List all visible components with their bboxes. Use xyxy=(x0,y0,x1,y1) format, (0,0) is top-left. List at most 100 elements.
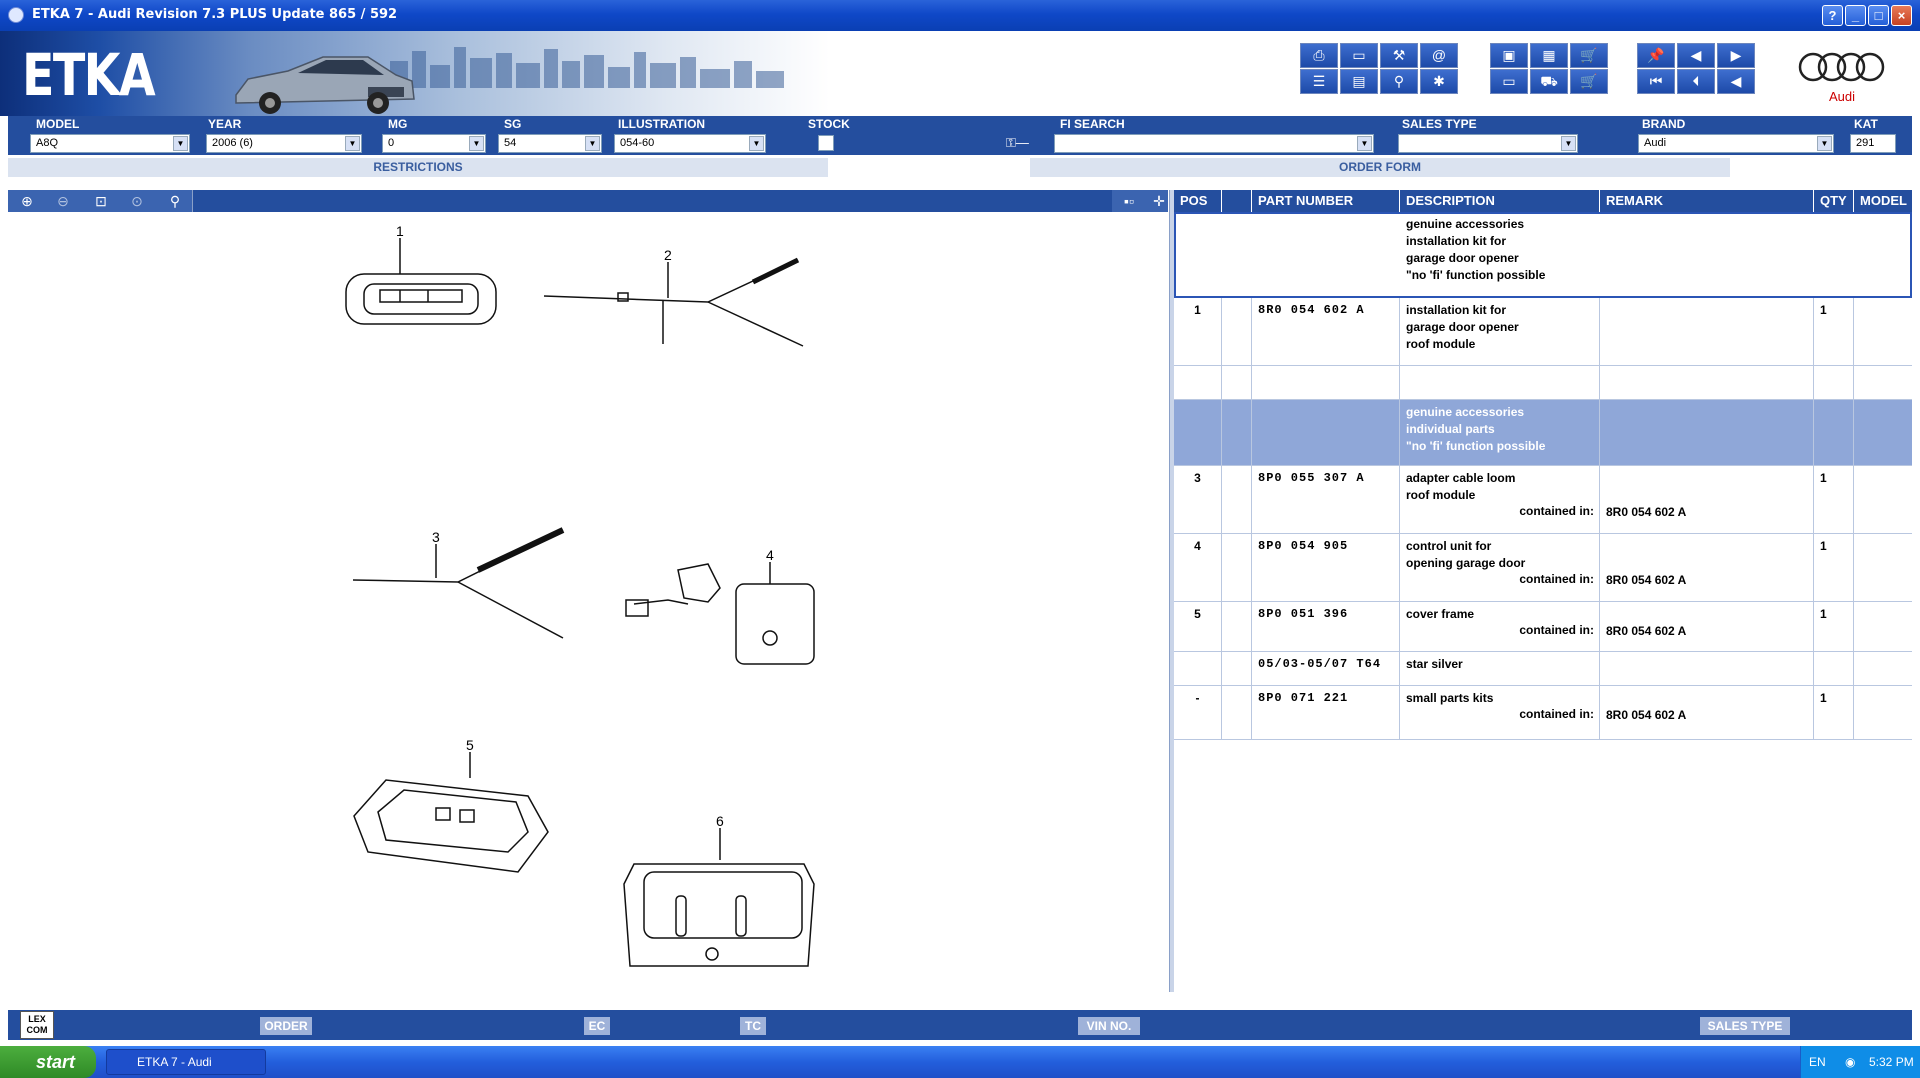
page-forward-icon[interactable]: ▶ xyxy=(1717,43,1755,68)
kat-field[interactable]: 291 xyxy=(1850,134,1896,153)
col-pos[interactable]: POS xyxy=(1174,190,1222,212)
chevron-down-icon[interactable]: ▼ xyxy=(345,136,360,151)
cart-add-icon[interactable]: 🛒 xyxy=(1570,69,1608,94)
depot-icon[interactable]: ▦ xyxy=(1530,43,1568,68)
toolbar-group-3: 📌 ◀ ▶ ⏮ ⏴ ◀ xyxy=(1637,43,1757,95)
table-row[interactable]: 5 8P0 051 396 cover frame 8R0 054 602 A 1 con… xyxy=(1174,602,1912,652)
fi-search-select[interactable]: ▼ xyxy=(1054,134,1374,153)
table-header-note-row[interactable]: genuine accessories installation kit for… xyxy=(1174,212,1912,298)
mg-select[interactable]: 0 ▼ xyxy=(382,134,486,153)
table-row[interactable]: 1 8R0 054 602 Ainstallation kit for garag… xyxy=(1174,298,1912,366)
app-icon[interactable] xyxy=(8,7,24,23)
layout-icon[interactable]: ▪▫ xyxy=(1112,191,1146,211)
zoom-area-icon[interactable]: ⊡ xyxy=(84,191,118,211)
zoom-out-icon[interactable]: ⊖ xyxy=(46,191,80,211)
email-icon[interactable]: @ xyxy=(1420,43,1458,68)
previous-icon[interactable]: ⏴ xyxy=(1677,69,1715,94)
order-form-header[interactable]: ORDER FORM xyxy=(1030,158,1730,177)
chevron-down-icon[interactable]: ▼ xyxy=(173,136,188,151)
callout-5[interactable]: 5 xyxy=(466,737,474,753)
print-icon[interactable]: ⎙ xyxy=(1300,43,1338,68)
help-button[interactable]: ? xyxy=(1822,5,1843,26)
callout-1[interactable]: 1 xyxy=(396,223,404,239)
tc-button[interactable]: TC xyxy=(740,1017,766,1035)
wheel-icon[interactable]: ✱ xyxy=(1420,69,1458,94)
table-row[interactable]: 05/03-05/07 T64 star silver xyxy=(1174,652,1912,686)
maximize-button[interactable]: □ xyxy=(1868,5,1889,26)
col-model[interactable]: MODEL xyxy=(1854,190,1912,212)
chevron-down-icon[interactable]: ▼ xyxy=(585,136,600,151)
part-6-module[interactable] xyxy=(623,828,815,967)
year-select[interactable]: 2006 (6) ▼ xyxy=(206,134,362,153)
part-3-cable[interactable] xyxy=(352,527,565,639)
callout-6[interactable]: 6 xyxy=(716,813,724,829)
start-button[interactable]: start xyxy=(0,1046,96,1078)
row-description xyxy=(1400,366,1600,399)
vin-button[interactable]: VIN NO. xyxy=(1078,1017,1140,1035)
col-remark[interactable]: REMARK xyxy=(1600,190,1814,212)
chevron-down-icon[interactable]: ▼ xyxy=(469,136,484,151)
col-part-number[interactable]: PART NUMBER xyxy=(1252,190,1400,212)
first-icon[interactable]: ⏮ xyxy=(1637,69,1675,94)
col-description[interactable]: DESCRIPTION xyxy=(1400,190,1600,212)
magnifier-icon[interactable]: ⚲ xyxy=(158,191,192,211)
elsa-icon[interactable]: ▣ xyxy=(1490,43,1528,68)
zoom-100-icon[interactable]: ⊙ xyxy=(120,191,154,211)
callout-2[interactable]: 2 xyxy=(664,247,672,263)
tools-icon[interactable]: ⚒ xyxy=(1380,43,1418,68)
sales-type-button[interactable]: SALES TYPE xyxy=(1700,1017,1790,1035)
key-icon[interactable]: ⚿— xyxy=(1006,135,1042,151)
sg-label: SG xyxy=(504,117,522,131)
table-row[interactable]: 4 8P0 054 905 control unit for opening gar… xyxy=(1174,534,1912,602)
language-indicator[interactable]: EN xyxy=(1809,1046,1826,1078)
row-qty xyxy=(1814,366,1854,399)
row-remark: 8R0 054 602 A xyxy=(1600,686,1814,739)
page-back-icon[interactable]: ◀ xyxy=(1677,43,1715,68)
table-row[interactable]: -8P0 071 221 small parts kits 8R0 054 602 … xyxy=(1174,686,1912,740)
callout-4[interactable]: 4 xyxy=(766,547,774,563)
sg-select[interactable]: 54 ▼ xyxy=(498,134,602,153)
row-description: adapter cable loom roof module xyxy=(1400,466,1600,533)
nora-icon[interactable]: ▤ xyxy=(1340,69,1378,94)
restrictions-header[interactable]: RESTRICTIONS xyxy=(8,158,828,177)
truck-icon[interactable]: ⛟ xyxy=(1530,69,1568,94)
table-row[interactable] xyxy=(1174,366,1912,400)
monitor-icon[interactable]: ▭ xyxy=(1490,69,1528,94)
taskbar-item-etka[interactable]: ETKA 7 - Audi xyxy=(106,1049,266,1075)
pin-icon[interactable]: 📌 xyxy=(1637,43,1675,68)
order-button[interactable]: ORDER xyxy=(260,1017,312,1035)
window-icon[interactable]: ▭ xyxy=(1340,43,1378,68)
list-icon[interactable]: ☰ xyxy=(1300,69,1338,94)
chevron-down-icon[interactable]: ▼ xyxy=(1817,136,1832,151)
parts-illustration[interactable]: 1 2 3 4 5 6 xyxy=(8,212,1168,992)
tray-icon[interactable]: ◉ xyxy=(1845,1046,1855,1078)
zoom-in-icon[interactable]: ⊕ xyxy=(10,191,44,211)
close-button[interactable]: × xyxy=(1891,5,1912,26)
ec-button[interactable]: EC xyxy=(584,1017,610,1035)
back-icon[interactable]: ◀ xyxy=(1717,69,1755,94)
row-remark xyxy=(1600,652,1814,685)
part-5-cover-frame[interactable] xyxy=(353,752,549,873)
chevron-down-icon[interactable]: ▼ xyxy=(749,136,764,151)
row-part-number: 8R0 054 602 A xyxy=(1252,298,1400,365)
minimize-button[interactable]: _ xyxy=(1845,5,1866,26)
brand-select[interactable]: Audi ▼ xyxy=(1638,134,1834,153)
col-flag[interactable] xyxy=(1222,190,1252,212)
stock-checkbox[interactable] xyxy=(818,135,834,151)
bike-icon[interactable]: ⚲ xyxy=(1380,69,1418,94)
table-row[interactable]: genuine accessories individual parts "no… xyxy=(1174,400,1912,466)
cart-icon[interactable]: 🛒 xyxy=(1570,43,1608,68)
lexcom-logo[interactable]: LEX COM xyxy=(20,1011,54,1039)
row-flag xyxy=(1222,602,1252,651)
col-qty[interactable]: QTY xyxy=(1814,190,1854,212)
callout-3[interactable]: 3 xyxy=(432,529,440,545)
chevron-down-icon[interactable]: ▼ xyxy=(1561,136,1576,151)
part-4-control-unit[interactable] xyxy=(625,562,815,665)
chevron-down-icon[interactable]: ▼ xyxy=(1357,136,1372,151)
illustration-select[interactable]: 054-60 ▼ xyxy=(614,134,766,153)
model-select[interactable]: A8Q ▼ xyxy=(30,134,190,153)
sales-type-select[interactable]: ▼ xyxy=(1398,134,1578,153)
part-2-cable[interactable] xyxy=(543,257,804,347)
table-row[interactable]: 3 8P0 055 307 Aadapter cable loom roof mo… xyxy=(1174,466,1912,534)
part-1-cover[interactable] xyxy=(345,238,497,325)
